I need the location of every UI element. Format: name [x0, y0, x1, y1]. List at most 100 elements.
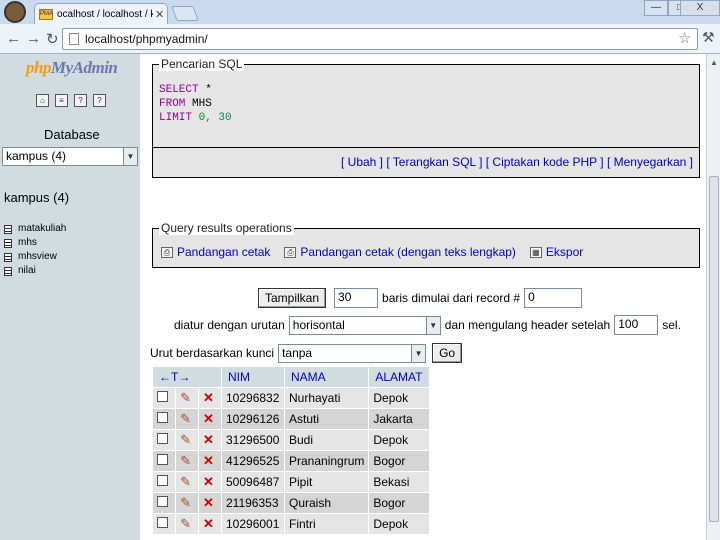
display-mode-select[interactable]: horisontal ▼: [288, 315, 441, 335]
back-arrow-icon[interactable]: ←: [6, 30, 21, 47]
row-checkbox[interactable]: [157, 475, 168, 486]
refresh-link[interactable]: [ Menyegarkan ]: [607, 155, 693, 169]
table-icon[interactable]: [4, 238, 12, 248]
tab-close-icon[interactable]: ✕: [155, 8, 164, 21]
cell-nama: Fintri: [285, 514, 369, 534]
wrench-menu-icon[interactable]: ⚒: [702, 29, 715, 46]
column-nama[interactable]: NAMA: [285, 367, 369, 387]
cell-alamat: Jakarta: [369, 409, 429, 429]
browser-tabbar: PMA ocalhost / localhost / kampus ✕ — □ …: [0, 0, 720, 24]
database-title-link[interactable]: kampus (4): [4, 190, 69, 205]
show-button[interactable]: Tampilkan: [258, 288, 327, 308]
cell-nama: Astuti: [285, 409, 369, 429]
database-heading: Database: [44, 127, 100, 142]
table-list-item[interactable]: mhs: [4, 236, 66, 250]
navigation-row-3: Urut berdasarkan kunci tanpa ▼ Go: [150, 343, 463, 363]
table-icon[interactable]: [4, 266, 12, 276]
explain-sql-link[interactable]: [ Terangkan SQL ]: [386, 155, 482, 169]
print-icon: ⎙: [161, 246, 173, 258]
sort-key-select[interactable]: tanpa ▼: [278, 343, 427, 363]
delete-icon[interactable]: ✕: [203, 411, 214, 426]
row-checkbox[interactable]: [157, 517, 168, 528]
cell-alamat: Bogor: [369, 451, 429, 471]
results-table: ←T→ NIM NAMA ALAMAT ✎ ✕ 10296832 Nurhaya…: [152, 366, 430, 535]
table-row: ✎ ✕ 10296832 Nurhayati Depok: [153, 388, 429, 408]
vertical-scrollbar[interactable]: ▲: [706, 54, 720, 540]
row-checkbox[interactable]: [157, 454, 168, 465]
repeat-header-input[interactable]: 100: [614, 315, 659, 335]
scrollbar-thumb[interactable]: [709, 176, 719, 522]
browser-tab[interactable]: PMA ocalhost / localhost / kampus ✕: [34, 3, 168, 24]
pencil-icon[interactable]: ✎: [180, 432, 191, 447]
bookmark-star-icon[interactable]: ☆: [678, 29, 691, 47]
home-icon[interactable]: ⌂: [36, 94, 49, 107]
delete-icon[interactable]: ✕: [203, 453, 214, 468]
pencil-icon[interactable]: ✎: [180, 516, 191, 531]
cell-nama: Prananingrum: [285, 451, 369, 471]
column-nim[interactable]: NIM: [222, 367, 284, 387]
table-icon[interactable]: [4, 252, 12, 262]
cell-alamat: Depok: [369, 430, 429, 450]
export-link[interactable]: ▦ Ekspor: [529, 245, 583, 259]
cell-nama: Pipit: [285, 472, 369, 492]
reload-icon[interactable]: ↻: [46, 30, 59, 48]
close-window-button[interactable]: X: [680, 0, 720, 16]
pencil-icon[interactable]: ✎: [180, 390, 191, 405]
scroll-up-arrow-icon[interactable]: ▲: [710, 58, 718, 67]
edit-sql-link[interactable]: [ Ubah ]: [341, 155, 383, 169]
cell-nim: 31296500: [222, 430, 284, 450]
row-checkbox[interactable]: [157, 496, 168, 507]
query-ops-legend: Query results operations: [159, 221, 294, 235]
table-list-item[interactable]: mhsview: [4, 250, 66, 264]
table-row: ✎ ✕ 10296001 Fintri Depok: [153, 514, 429, 534]
row-checkbox[interactable]: [157, 412, 168, 423]
new-tab-button[interactable]: [171, 6, 199, 21]
sql-query-icon[interactable]: ≡: [55, 94, 68, 107]
url-text: localhost/phpmyadmin/: [85, 32, 208, 46]
profile-avatar[interactable]: [4, 1, 26, 23]
minimize-button[interactable]: —: [644, 0, 668, 16]
start-record-input[interactable]: 0: [524, 288, 583, 308]
phpmyadmin-logo[interactable]: phpMyAdmin: [26, 58, 118, 78]
documentation-icon[interactable]: ?: [74, 94, 87, 107]
cell-alamat: Bekasi: [369, 472, 429, 492]
rows-count-input[interactable]: 30: [334, 288, 379, 308]
delete-icon[interactable]: ✕: [203, 474, 214, 489]
address-bar[interactable]: localhost/phpmyadmin/: [62, 28, 698, 50]
delete-icon[interactable]: ✕: [203, 516, 214, 531]
delete-icon[interactable]: ✕: [203, 390, 214, 405]
table-list-item[interactable]: matakuliah: [4, 222, 66, 236]
sql-code: SELECT * FROM MHS LIMIT 0, 30: [159, 84, 232, 124]
column-arrows[interactable]: ←T→: [153, 367, 221, 387]
cell-nim: 41296525: [222, 451, 284, 471]
sql-query-fieldset: Pencarian SQL SELECT * FROM MHS LIMIT 0,…: [152, 57, 700, 148]
table-icon[interactable]: [4, 224, 12, 234]
table-row: ✎ ✕ 21196353 Quraish Bogor: [153, 493, 429, 513]
print-view-full-link[interactable]: ⎙ Pandangan cetak (dengan teks lengkap): [284, 245, 516, 259]
column-alamat[interactable]: ALAMAT: [369, 367, 429, 387]
chevron-down-icon: ▼: [425, 316, 440, 334]
row-checkbox[interactable]: [157, 433, 168, 444]
left-icon-bar: ⌂ ≡ ? ?: [36, 94, 106, 107]
table-row: ✎ ✕ 10296126 Astuti Jakarta: [153, 409, 429, 429]
pencil-icon[interactable]: ✎: [180, 411, 191, 426]
table-list-item[interactable]: nilai: [4, 264, 66, 278]
pencil-icon[interactable]: ✎: [180, 453, 191, 468]
row-checkbox[interactable]: [157, 391, 168, 402]
cell-nim: 10296001: [222, 514, 284, 534]
export-table-icon: ▦: [529, 246, 542, 258]
go-button[interactable]: Go: [432, 343, 463, 363]
print-view-link[interactable]: ⎙ Pandangan cetak: [161, 245, 270, 259]
create-php-code-link[interactable]: [ Ciptakan kode PHP ]: [486, 155, 604, 169]
cell-nim: 10296126: [222, 409, 284, 429]
sql-docs-icon[interactable]: ?: [93, 94, 106, 107]
forward-arrow-icon[interactable]: →: [26, 30, 41, 47]
pencil-icon[interactable]: ✎: [180, 474, 191, 489]
cell-alamat: Depok: [369, 388, 429, 408]
delete-icon[interactable]: ✕: [203, 495, 214, 510]
table-row: ✎ ✕ 31296500 Budi Depok: [153, 430, 429, 450]
database-select[interactable]: kampus (4) ▼: [2, 147, 138, 166]
pencil-icon[interactable]: ✎: [180, 495, 191, 510]
delete-icon[interactable]: ✕: [203, 432, 214, 447]
left-navigation-frame: phpMyAdmin ⌂ ≡ ? ? Database kampus (4) ▼…: [0, 54, 140, 540]
